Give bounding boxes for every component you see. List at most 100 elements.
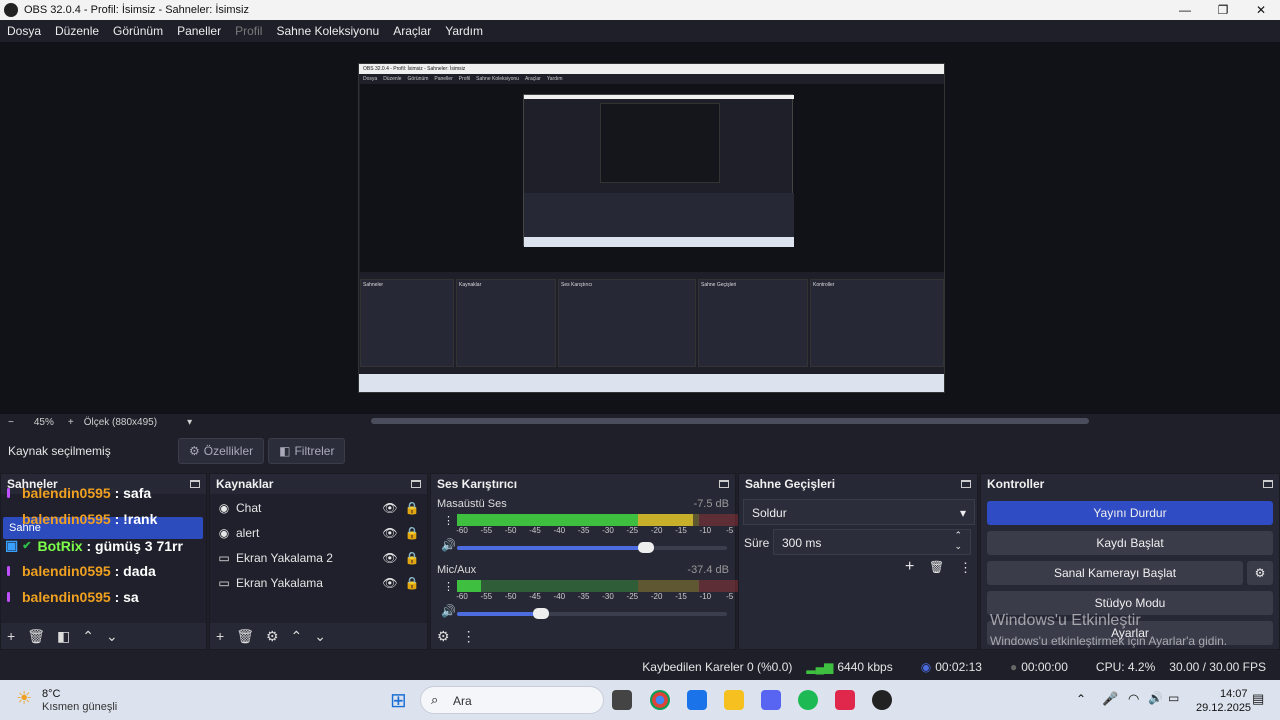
search-placeholder: Ara bbox=[453, 694, 472, 708]
battery-icon[interactable]: ▭ bbox=[1168, 691, 1179, 705]
meter-tick-label: -45 bbox=[529, 526, 541, 535]
zoom-in-button[interactable]: + bbox=[68, 417, 74, 428]
undock-icon[interactable] bbox=[961, 480, 971, 488]
advanced-audio-icon[interactable]: ⚙ bbox=[437, 628, 450, 645]
task-view-icon[interactable] bbox=[612, 690, 632, 710]
store-icon[interactable] bbox=[687, 690, 707, 710]
undock-icon[interactable] bbox=[1263, 480, 1273, 488]
undock-icon[interactable] bbox=[411, 480, 421, 488]
weather-icon[interactable]: ☀ bbox=[16, 688, 32, 709]
close-button[interactable]: ✕ bbox=[1242, 0, 1280, 20]
source-item[interactable]: ▭ Ekran Yakalama 2 👁 🔒 bbox=[210, 546, 427, 570]
source-item[interactable]: ◉ Chat 👁 🔒 bbox=[210, 496, 427, 520]
undock-icon[interactable] bbox=[719, 480, 729, 488]
notification-icon[interactable]: ▤ bbox=[1252, 691, 1264, 707]
mixer-menu-icon[interactable]: ⋮ bbox=[462, 628, 476, 645]
add-transition-icon[interactable]: + bbox=[905, 558, 914, 576]
menu-edit[interactable]: Düzenle bbox=[48, 24, 106, 38]
start-virtual-camera-button[interactable]: Sanal Kamerayı Başlat bbox=[987, 561, 1243, 585]
nested-taskbar bbox=[359, 374, 944, 392]
visibility-eye-icon[interactable]: 👁 bbox=[382, 576, 397, 590]
window-controls: — ❐ ✕ bbox=[1166, 0, 1280, 20]
file-explorer-icon[interactable] bbox=[724, 690, 744, 710]
clock-date[interactable]: 29.12.2025 bbox=[1196, 702, 1251, 714]
zoom-out-button[interactable]: − bbox=[8, 417, 14, 428]
source-item[interactable]: ▭ Ekran Yakalama 👁 🔒 bbox=[210, 571, 427, 595]
transitions-body: Soldur ▾ Süre 300 ms ⌃ ⌄ + 🗑 ⋮ bbox=[739, 494, 977, 623]
menu-tools[interactable]: Araçlar bbox=[386, 24, 438, 38]
lock-icon[interactable]: 🔒 bbox=[405, 501, 420, 515]
chrome-icon[interactable] bbox=[650, 690, 670, 710]
add-source-icon[interactable]: + bbox=[216, 628, 224, 644]
lock-icon[interactable]: 🔒 bbox=[405, 551, 420, 565]
taskbar-search-box[interactable]: ⌕ Ara bbox=[420, 686, 604, 714]
start-recording-button[interactable]: Kaydı Başlat bbox=[987, 531, 1273, 555]
spin-up-icon[interactable]: ⌃ bbox=[954, 530, 962, 541]
move-up-icon[interactable]: ⌃ bbox=[82, 628, 94, 645]
remove-transition-icon[interactable]: 🗑 bbox=[929, 560, 944, 574]
start-menu-icon[interactable]: ⊞ bbox=[390, 688, 407, 713]
transition-menu-icon[interactable]: ⋮ bbox=[959, 560, 972, 576]
menu-help[interactable]: Yardım bbox=[438, 24, 490, 38]
clock-time[interactable]: 14:07 bbox=[1220, 688, 1248, 700]
meter-tick-label: -10 bbox=[699, 592, 712, 601]
duration-spinbox[interactable]: 300 ms ⌃ ⌄ bbox=[773, 529, 971, 555]
settings-button[interactable]: Ayarlar bbox=[987, 621, 1273, 645]
virtual-camera-settings-button[interactable]: ⚙ bbox=[1247, 561, 1273, 585]
properties-button[interactable]: ⚙ Özellikler bbox=[178, 438, 265, 464]
menu-docks[interactable]: Paneller bbox=[170, 24, 228, 38]
channel-menu-icon[interactable]: ⋮ bbox=[443, 514, 454, 527]
spotify-icon[interactable] bbox=[798, 690, 818, 710]
weather-description[interactable]: Kısmen güneşli bbox=[42, 701, 117, 713]
app-icon[interactable] bbox=[761, 690, 781, 710]
speaker-icon[interactable]: 🔊 bbox=[441, 538, 456, 552]
filters-button[interactable]: ◧ Filtreler bbox=[268, 438, 346, 464]
menu-view[interactable]: Görünüm bbox=[106, 24, 170, 38]
studio-mode-button[interactable]: Stüdyo Modu bbox=[987, 591, 1273, 615]
menu-file[interactable]: Dosya bbox=[0, 24, 48, 38]
add-scene-icon[interactable]: + bbox=[7, 628, 15, 644]
menu-scene-collection[interactable]: Sahne Koleksiyonu bbox=[269, 24, 386, 38]
menu-profile[interactable]: Profil bbox=[228, 24, 269, 38]
volume-icon[interactable]: 🔊 bbox=[1148, 691, 1163, 705]
preview-horizontal-scrollbar[interactable] bbox=[371, 418, 1089, 424]
move-down-icon[interactable]: ⌄ bbox=[106, 628, 118, 645]
volume-slider[interactable] bbox=[457, 542, 727, 553]
transition-select[interactable]: Soldur ▾ bbox=[743, 499, 975, 525]
preview-area[interactable]: OBS 32.0.4 - Profil: İsimsiz - Sahneler:… bbox=[0, 42, 1280, 414]
source-item[interactable]: ◉ alert 👁 🔒 bbox=[210, 521, 427, 545]
lock-icon[interactable]: 🔒 bbox=[405, 576, 420, 590]
weather-temp[interactable]: 8°C bbox=[42, 688, 60, 700]
remove-source-icon[interactable]: 🗑 bbox=[236, 628, 254, 645]
scene-filters-icon[interactable]: ◧ bbox=[57, 628, 70, 645]
meter-tick-label: -20 bbox=[650, 592, 663, 601]
wifi-icon[interactable]: ◠ bbox=[1128, 691, 1139, 707]
minimize-button[interactable]: — bbox=[1166, 0, 1204, 20]
remove-scene-icon[interactable]: 🗑 bbox=[27, 628, 45, 645]
visibility-eye-icon[interactable]: 👁 bbox=[382, 501, 397, 515]
menu-bar: Dosya Düzenle Görünüm Paneller Profil Sa… bbox=[0, 20, 1280, 42]
microphone-icon[interactable]: 🎤 bbox=[1102, 691, 1118, 707]
source-properties-icon[interactable]: ⚙ bbox=[266, 628, 279, 645]
volume-slider-handle[interactable] bbox=[532, 608, 549, 619]
obs-taskbar-icon[interactable] bbox=[872, 690, 892, 710]
lock-icon[interactable]: 🔒 bbox=[405, 526, 420, 540]
move-up-icon[interactable]: ⌃ bbox=[291, 628, 303, 645]
stop-streaming-button[interactable]: Yayını Durdur bbox=[987, 501, 1273, 525]
visibility-eye-icon[interactable]: 👁 bbox=[382, 551, 397, 565]
visibility-eye-icon[interactable]: 👁 bbox=[382, 526, 397, 540]
spin-down-icon[interactable]: ⌄ bbox=[954, 541, 962, 552]
move-down-icon[interactable]: ⌄ bbox=[314, 628, 326, 645]
maximize-button[interactable]: ❐ bbox=[1204, 0, 1242, 20]
volume-slider[interactable] bbox=[457, 608, 727, 619]
meter-tick-label: -5 bbox=[726, 592, 734, 601]
scale-dropdown-icon[interactable]: ▾ bbox=[187, 417, 192, 428]
nested-obs-menubar: Dosya Düzenle Görünüm Paneller Profil Sahne K… bbox=[359, 74, 944, 83]
tray-chevron-icon[interactable]: ⌃ bbox=[1076, 692, 1086, 706]
volume-slider-handle[interactable] bbox=[638, 542, 654, 553]
undock-icon[interactable] bbox=[190, 480, 200, 488]
pocket-icon[interactable] bbox=[835, 690, 855, 710]
meter-zone-bg bbox=[638, 580, 699, 592]
channel-menu-icon[interactable]: ⋮ bbox=[443, 580, 454, 593]
speaker-icon[interactable]: 🔊 bbox=[441, 604, 456, 618]
